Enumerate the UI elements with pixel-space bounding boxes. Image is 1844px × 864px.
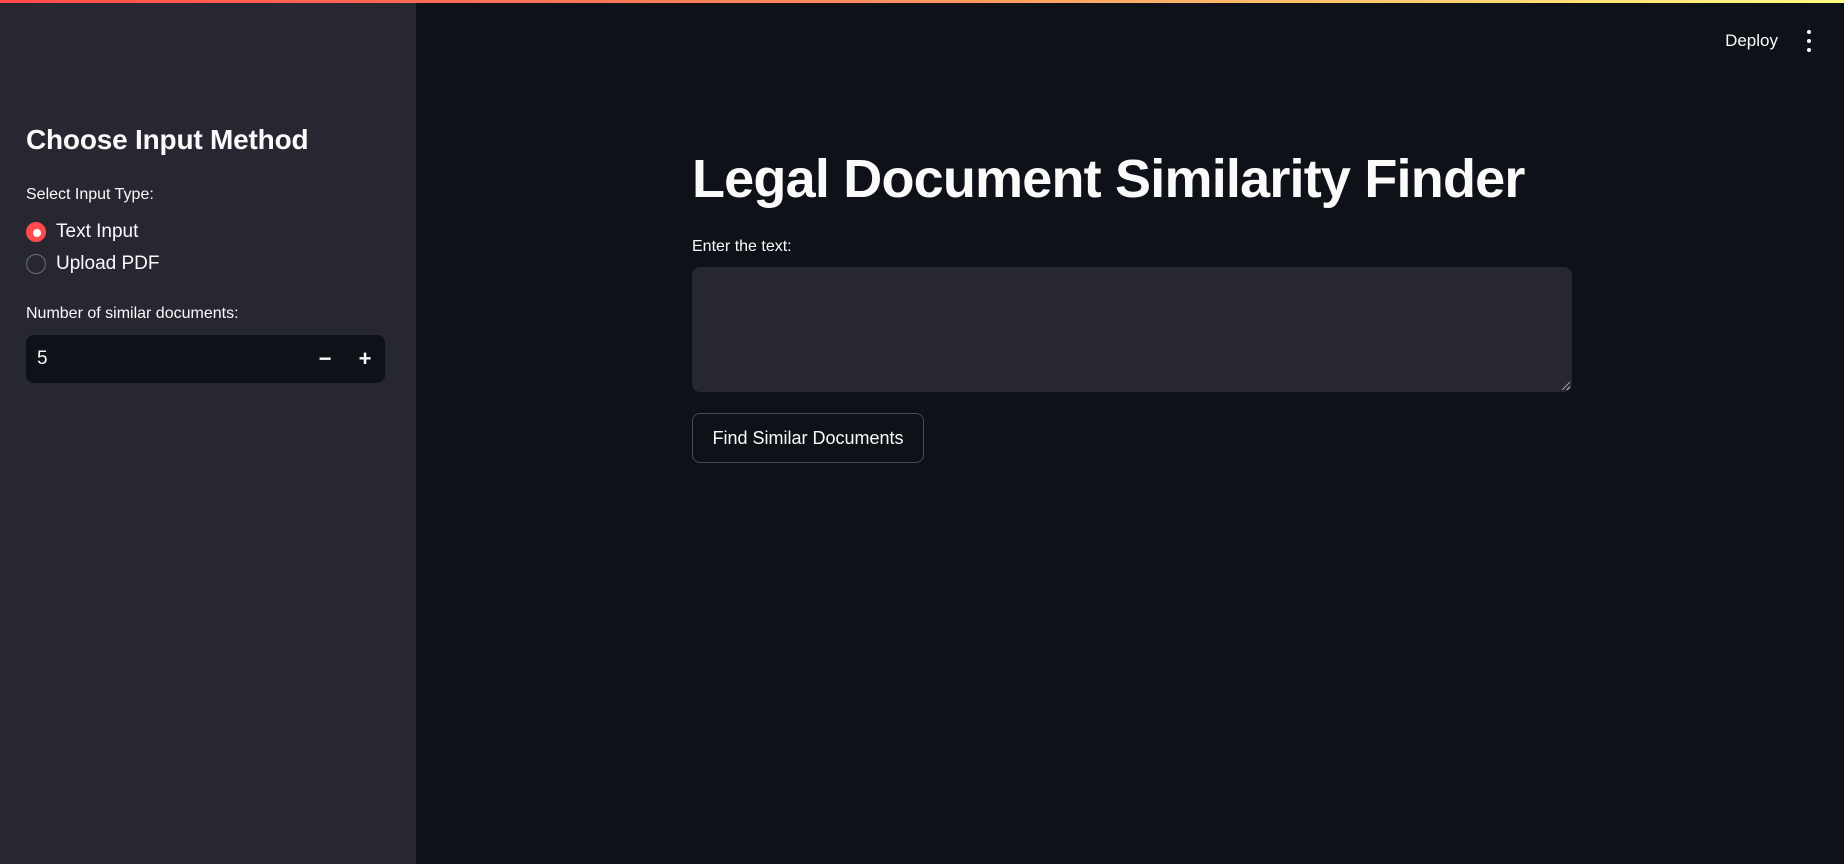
text-area-label: Enter the text: xyxy=(692,238,792,255)
increment-button[interactable]: + xyxy=(345,335,385,383)
input-type-label: Select Input Type: xyxy=(26,186,154,203)
num-docs-input[interactable]: 5 xyxy=(26,348,305,370)
menu-dot xyxy=(1807,48,1811,52)
radio-label-text-input: Text Input xyxy=(56,221,139,242)
more-vertical-icon[interactable] xyxy=(1804,30,1814,52)
radio-option-text-input[interactable]: Text Input xyxy=(26,221,138,243)
menu-dot xyxy=(1807,30,1811,34)
resize-handle-icon[interactable] xyxy=(1562,382,1570,390)
sidebar-title: Choose Input Method xyxy=(26,124,309,155)
find-similar-button[interactable]: Find Similar Documents xyxy=(692,413,924,463)
num-docs-label: Number of similar documents: xyxy=(26,305,239,322)
radio-option-upload-pdf[interactable]: Upload PDF xyxy=(26,253,160,275)
sidebar: Choose Input Method Select Input Type: T… xyxy=(0,0,416,864)
header-actions: Deploy xyxy=(1725,30,1814,52)
deploy-button[interactable]: Deploy xyxy=(1725,31,1778,51)
page-title: Legal Document Similarity Finder xyxy=(692,149,1525,209)
radio-checked-icon[interactable] xyxy=(26,222,46,242)
decrement-button[interactable]: − xyxy=(305,335,345,383)
radio-label-upload-pdf: Upload PDF xyxy=(56,253,160,274)
text-input-area[interactable] xyxy=(692,267,1572,392)
radio-unchecked-icon[interactable] xyxy=(26,254,46,274)
num-docs-stepper: 5 − + xyxy=(26,335,385,383)
top-decoration-bar xyxy=(0,0,1844,3)
menu-dot xyxy=(1807,39,1811,43)
